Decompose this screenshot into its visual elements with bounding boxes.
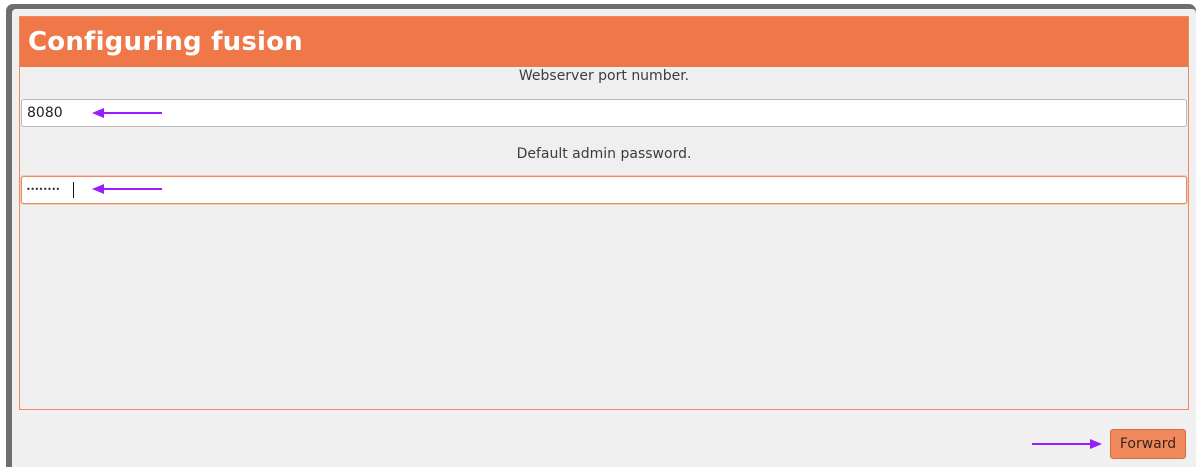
window-title: Configuring fusion <box>28 27 303 57</box>
arrow-left-icon <box>92 108 162 118</box>
password-input[interactable]: •••••••• <box>21 176 1187 204</box>
title-bar: Configuring fusion <box>20 17 1188 67</box>
forward-button[interactable]: Forward <box>1110 429 1186 459</box>
port-label: Webserver port number. <box>518 68 690 84</box>
password-masked-value: •••••••• <box>26 185 60 194</box>
port-input-value: 8080 <box>27 105 63 121</box>
password-label: Default admin password. <box>516 146 692 162</box>
port-input[interactable]: 8080 <box>21 99 1187 127</box>
arrow-right-icon <box>1032 439 1102 449</box>
text-cursor <box>73 182 74 198</box>
arrow-left-icon <box>92 184 162 194</box>
